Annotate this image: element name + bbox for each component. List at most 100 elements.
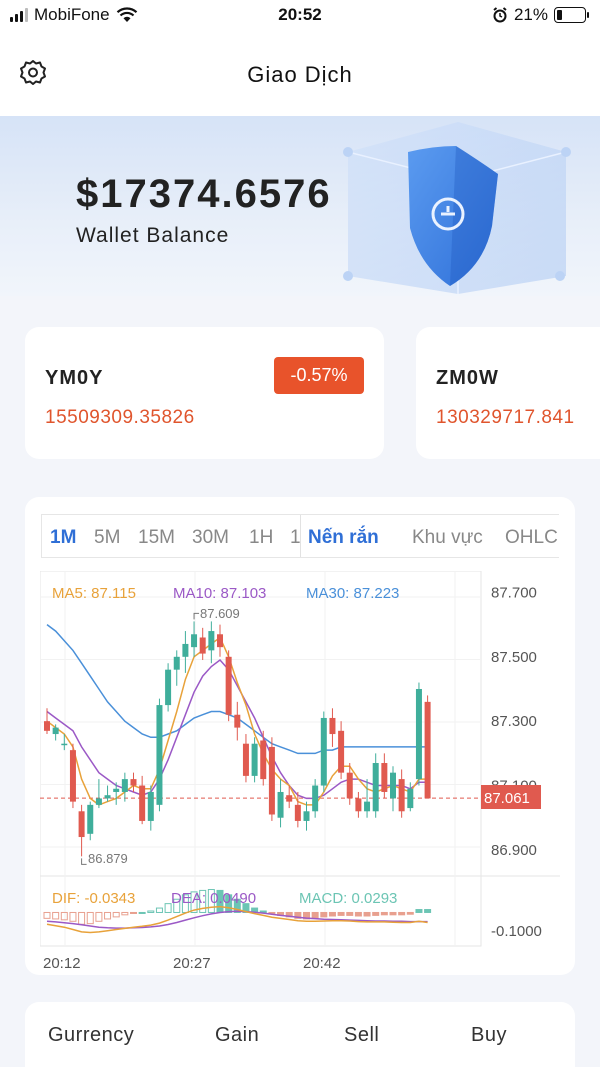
candle-body [242, 743, 249, 776]
wallet-balance-label: Wallet Balance [76, 224, 230, 247]
macd-bar [138, 911, 146, 914]
ticker-price: 130329717.841 [436, 407, 575, 428]
candle-body [139, 785, 146, 821]
tab-more-intervals[interactable]: 1 [290, 527, 301, 549]
macd-bar [337, 911, 345, 916]
candlestick-chart[interactable]: 87.70087.50087.30087.10086.90020:1220:27… [40, 571, 560, 971]
ma30-legend: MA30: 87.223 [306, 585, 399, 602]
candle-body [346, 772, 353, 799]
dif-legend: DIF: -0.0343 [52, 890, 135, 907]
candle-body [372, 763, 379, 812]
tab-1m[interactable]: 1M [50, 527, 76, 549]
macd-bar [424, 909, 432, 913]
candle-body [364, 801, 371, 812]
macd-bar [328, 911, 336, 917]
candle-body [208, 631, 215, 651]
ma5-legend: MA5: 87.115 [52, 585, 136, 602]
macd-bar [346, 911, 354, 916]
candle-body [69, 750, 76, 802]
macd-bar [372, 911, 380, 916]
status-bar: MobiFone 20:52 21% [0, 0, 600, 32]
column-header-currency[interactable]: Gurrency [48, 1024, 134, 1047]
macd-bar [104, 911, 112, 920]
y-tick-label: 87.500 [491, 649, 537, 666]
candle-body [286, 795, 293, 802]
candle-body [329, 717, 336, 735]
macd-bar [406, 911, 414, 915]
x-tick-label: 20:42 [303, 955, 341, 971]
candle-body [294, 804, 301, 821]
alarm-icon [493, 7, 507, 23]
high-price-label: 87.609 [200, 606, 240, 621]
top-header: Giao Dịch [0, 32, 600, 116]
candle-body [95, 798, 102, 805]
ticker-card[interactable]: ZM0W 130329717.841 [416, 327, 600, 459]
column-header-sell[interactable]: Sell [344, 1024, 379, 1047]
macd-bar [43, 911, 51, 919]
candle-body [251, 743, 258, 776]
battery-icon [554, 7, 589, 23]
ticker-card[interactable]: YM0Y -0.57% 15509309.35826 [25, 327, 384, 459]
macd-bar [147, 910, 155, 913]
candle-body [234, 714, 241, 728]
tab-5m[interactable]: 5M [94, 527, 120, 549]
macd-bar [78, 911, 86, 925]
ticker-change-badge: -0.57% [274, 357, 364, 394]
x-tick-label: 20:12 [43, 955, 81, 971]
ticker-symbol: ZM0W [436, 367, 499, 389]
candle-body [44, 721, 50, 731]
candle-body [113, 788, 120, 792]
macd-bar [363, 911, 371, 917]
tab-ohlc[interactable]: OHLC [505, 527, 558, 549]
column-header-gain[interactable]: Gain [215, 1024, 259, 1047]
candle-body [260, 740, 267, 780]
chart-card: 1M 5M 15M 30M 1H 1 Nến rắn Khu vực OHLC … [25, 497, 575, 975]
tab-30m[interactable]: 30M [192, 527, 229, 549]
candle-body [355, 798, 362, 812]
macd-bar [69, 911, 77, 922]
candle-body [87, 804, 94, 834]
candle-body [182, 643, 189, 657]
wallet-balance-amount: $17374.6576 [76, 172, 332, 216]
macd-bar [155, 907, 163, 913]
shield-icon [343, 122, 571, 294]
macd-bar [389, 911, 397, 916]
candle-body [217, 634, 223, 648]
low-marker [81, 858, 87, 865]
candle-body [277, 791, 284, 818]
y-tick-label: 87.700 [491, 584, 537, 601]
macd-axis-label: -0.1000 [491, 923, 542, 940]
candles [44, 621, 431, 857]
macd-bar [86, 911, 94, 925]
candle-body [121, 779, 128, 792]
candle-body [78, 811, 85, 838]
tab-area[interactable]: Khu vực [412, 527, 483, 549]
ticker-symbol: YM0Y [45, 367, 104, 389]
tab-15m[interactable]: 15M [138, 527, 175, 549]
macd-bar [380, 911, 388, 916]
tab-divider [300, 515, 301, 557]
candle-body [312, 785, 319, 812]
ma10-legend: MA10: 87.103 [173, 585, 266, 602]
tab-1h[interactable]: 1H [249, 527, 273, 549]
macd-bar [354, 911, 362, 917]
y-tick-label: 87.300 [491, 713, 537, 730]
chart-tab-bar: 1M 5M 15M 30M 1H 1 Nến rắn Khu vực OHLC [41, 514, 559, 558]
candle-body [191, 634, 198, 648]
candle-body [147, 791, 154, 821]
x-tick-label: 20:27 [173, 955, 211, 971]
column-header-buy[interactable]: Buy [471, 1024, 507, 1047]
low-price-label: 86.879 [88, 851, 128, 866]
candle-body [156, 705, 163, 805]
candle-body [104, 795, 111, 799]
candle-body [130, 779, 137, 786]
candle-body [424, 701, 431, 799]
market-table-header: Gurrency Gain Sell Buy [25, 1002, 575, 1067]
candle-body [61, 743, 68, 746]
candle-body [381, 763, 388, 792]
tab-solid-candle[interactable]: Nến rắn [308, 527, 379, 549]
current-price-label: 87.061 [484, 790, 530, 807]
candle-body [165, 669, 172, 706]
candle-body [173, 656, 180, 670]
macd-legend: MACD: 0.0293 [299, 890, 397, 907]
